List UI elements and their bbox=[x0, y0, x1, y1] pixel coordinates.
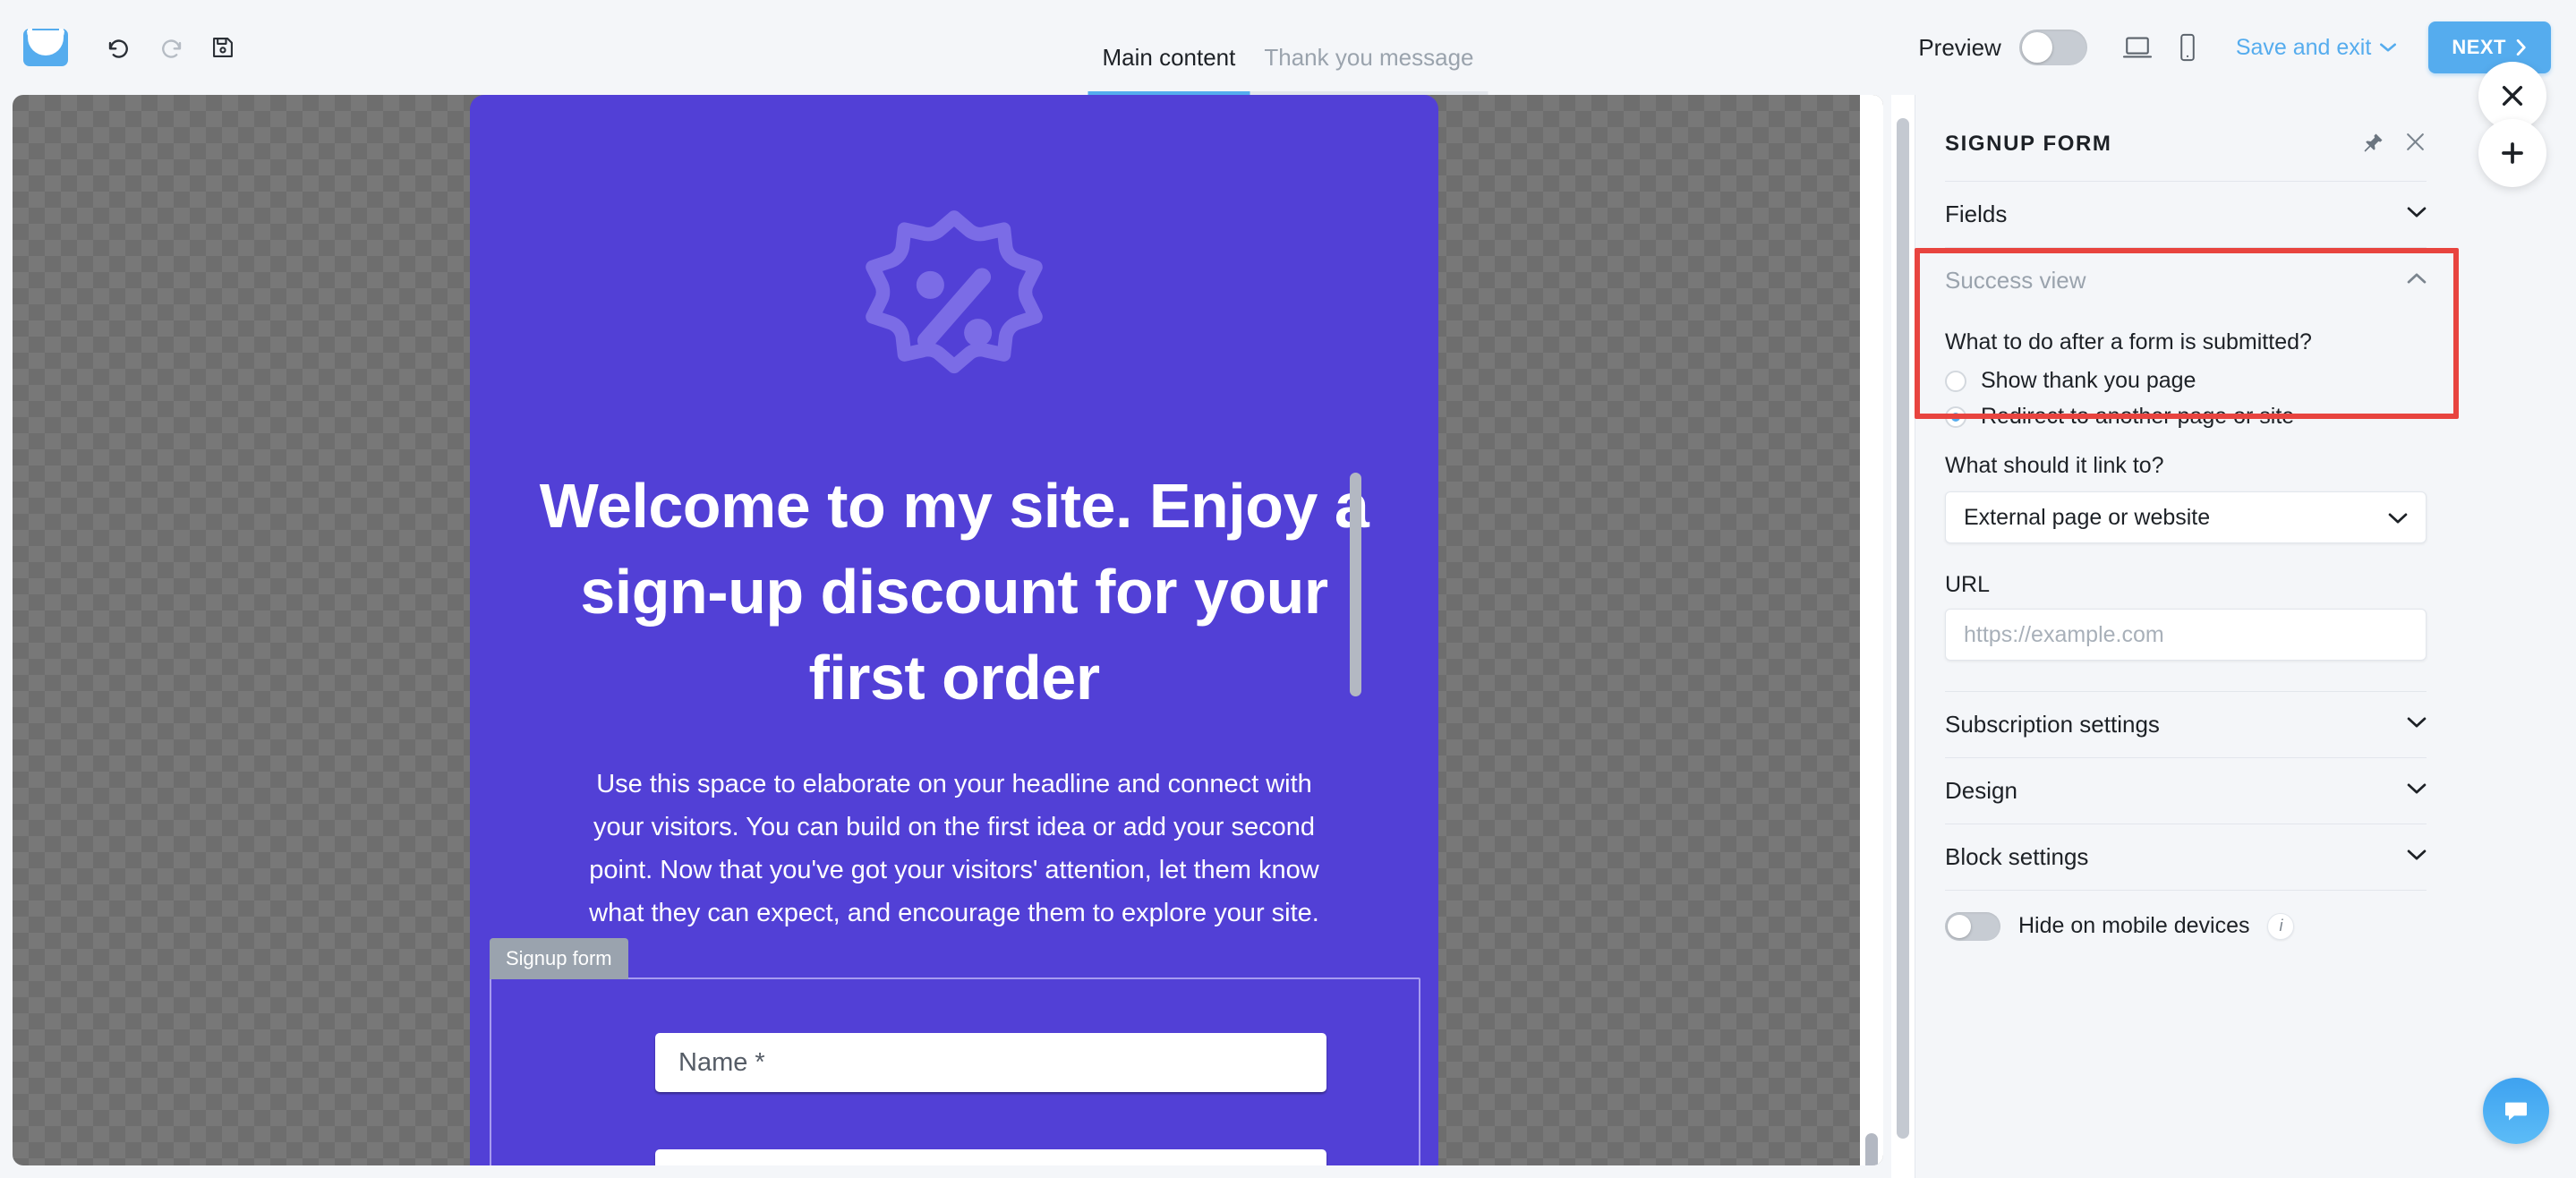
toolbar-right-group: Preview Save and exit NEXT bbox=[1918, 0, 2551, 95]
tab-main-content[interactable]: Main content bbox=[1088, 44, 1250, 95]
canvas-scrollbar-thumb[interactable] bbox=[1865, 1133, 1878, 1165]
chevron-down-icon bbox=[2388, 505, 2408, 531]
radio-redirect-to-another-page[interactable]: Redirect to another page or site bbox=[1945, 404, 2427, 430]
link-target-select[interactable]: External page or website bbox=[1945, 491, 2427, 543]
link-target-question-label: What should it link to? bbox=[1945, 453, 2164, 478]
email-field[interactable]: Email * bbox=[655, 1149, 1326, 1165]
url-label: URL bbox=[1945, 572, 1991, 597]
radio-redirect-label: Redirect to another page or site bbox=[1981, 404, 2295, 429]
signup-form-block[interactable]: Signup form Name * Email * bbox=[490, 938, 1420, 1165]
hide-on-mobile-toggle[interactable] bbox=[1945, 911, 2000, 941]
canvas-scrollbar-track[interactable] bbox=[1860, 95, 1883, 1165]
chevron-down-icon bbox=[2407, 849, 2427, 866]
tab-thank-you-message-label: Thank you message bbox=[1264, 44, 1474, 71]
tab-thank-you-message[interactable]: Thank you message bbox=[1250, 44, 1488, 95]
accordion-design-label: Design bbox=[1945, 777, 2017, 804]
chevron-down-icon bbox=[2407, 782, 2427, 799]
chevron-down-icon bbox=[2380, 43, 2397, 52]
accordion-fields-label: Fields bbox=[1945, 201, 2008, 227]
info-icon[interactable]: i bbox=[2267, 912, 2295, 940]
chevron-up-icon bbox=[2407, 272, 2427, 289]
preview-toggle[interactable] bbox=[2018, 30, 2087, 65]
accordion-block-settings[interactable]: Block settings bbox=[1945, 824, 2427, 890]
radio-show-thank-you-page-label: Show thank you page bbox=[1981, 368, 2196, 393]
radio-button[interactable] bbox=[1945, 370, 1966, 392]
email-field-label: Email * bbox=[678, 1165, 761, 1166]
content-tabs: Main content Thank you message bbox=[1088, 0, 1488, 95]
panel-header-actions bbox=[2363, 131, 2427, 158]
chevron-down-icon bbox=[2407, 206, 2427, 223]
chevron-down-icon bbox=[2407, 716, 2427, 733]
accordion-success-view-label: Success view bbox=[1945, 267, 2086, 294]
accordion-subscription-settings[interactable]: Subscription settings bbox=[1945, 691, 2427, 757]
settings-side-panel: SIGNUP FORM Fields Success view What to … bbox=[1915, 95, 2456, 1178]
panel-title: SIGNUP FORM bbox=[1945, 132, 2112, 156]
headline-scrollbar[interactable] bbox=[1350, 473, 1361, 696]
hide-on-mobile-row: Hide on mobile devices i bbox=[1945, 890, 2427, 961]
name-field-label: Name * bbox=[678, 1047, 765, 1077]
headline-text: Welcome to my site. Enjoy a sign-up disc… bbox=[539, 471, 1369, 713]
editor-canvas-area: Welcome to my site. Enjoy a sign-up disc… bbox=[0, 95, 1891, 1178]
undo-icon[interactable] bbox=[98, 27, 140, 68]
panel-header: SIGNUP FORM bbox=[1945, 95, 2427, 181]
add-block-fab[interactable] bbox=[2478, 119, 2546, 187]
preview-label: Preview bbox=[1918, 33, 2001, 61]
chat-support-fab[interactable] bbox=[2483, 1078, 2549, 1144]
block-label-badge: Signup form bbox=[490, 938, 628, 979]
success-view-spacer bbox=[1945, 661, 2427, 691]
toolbar-left-group bbox=[0, 27, 254, 68]
accordion-block-settings-label: Block settings bbox=[1945, 843, 2089, 870]
close-icon bbox=[2502, 85, 2523, 107]
top-toolbar: Main content Thank you message Preview S… bbox=[0, 0, 2576, 95]
close-icon[interactable] bbox=[2404, 131, 2427, 158]
hide-on-mobile-toggle-knob bbox=[1948, 914, 1971, 938]
next-button-label: NEXT bbox=[2452, 36, 2506, 58]
accordion-fields[interactable]: Fields bbox=[1945, 181, 2427, 247]
chat-bubble-icon bbox=[2505, 1102, 2527, 1121]
headline-block[interactable]: Welcome to my site. Enjoy a sign-up disc… bbox=[470, 464, 1438, 721]
accordion-success-view[interactable]: Success view bbox=[1945, 247, 2427, 313]
redo-icon[interactable] bbox=[150, 27, 192, 68]
body-paragraph-text: Use this space to elaborate on your head… bbox=[589, 769, 1319, 928]
chevron-right-icon bbox=[2516, 39, 2526, 55]
panel-scrollbar-thumb[interactable] bbox=[1897, 118, 1909, 1139]
next-button[interactable]: NEXT bbox=[2428, 21, 2551, 73]
radio-show-thank-you-page[interactable]: Show thank you page bbox=[1945, 368, 2427, 394]
percent-discount-badge-icon bbox=[866, 210, 1043, 374]
url-input[interactable] bbox=[1945, 609, 2427, 661]
hide-on-mobile-label: Hide on mobile devices bbox=[2018, 913, 2250, 938]
mobile-phone-icon[interactable] bbox=[2162, 25, 2213, 70]
transparent-canvas[interactable]: Welcome to my site. Enjoy a sign-up disc… bbox=[13, 95, 1883, 1165]
radio-button-selected[interactable] bbox=[1945, 405, 1966, 428]
plus-add-icon bbox=[2502, 142, 2523, 164]
floppy-save-icon[interactable] bbox=[202, 27, 243, 68]
save-and-exit-label: Save and exit bbox=[2235, 34, 2372, 60]
desktop-laptop-icon[interactable] bbox=[2112, 25, 2162, 70]
name-field[interactable]: Name * bbox=[655, 1033, 1326, 1092]
preview-toggle-knob bbox=[2021, 32, 2052, 63]
mailer-envelope-logo[interactable] bbox=[23, 29, 68, 66]
pin-icon[interactable] bbox=[2363, 132, 2384, 158]
success-question-label: What to do after a form is submitted? bbox=[1945, 329, 2312, 354]
accordion-subscription-settings-label: Subscription settings bbox=[1945, 711, 2160, 738]
save-and-exit-button[interactable]: Save and exit bbox=[2236, 35, 2397, 61]
accordion-design[interactable]: Design bbox=[1945, 757, 2427, 824]
signup-form-preview[interactable]: Welcome to my site. Enjoy a sign-up disc… bbox=[470, 95, 1438, 1165]
success-view-body: What to do after a form is submitted? Sh… bbox=[1945, 313, 2427, 691]
link-target-select-value: External page or website bbox=[1964, 504, 2211, 530]
tab-main-content-label: Main content bbox=[1102, 44, 1236, 71]
